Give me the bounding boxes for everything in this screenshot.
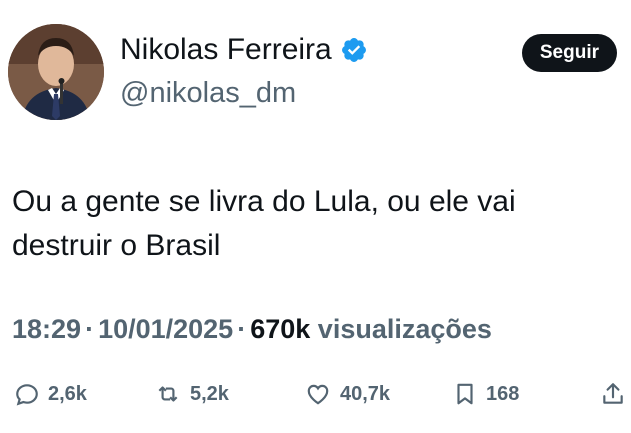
share-icon bbox=[600, 380, 626, 408]
reply-icon bbox=[14, 381, 40, 407]
follow-button[interactable]: Seguir bbox=[521, 34, 617, 72]
tweet-text-line-1: Ou a gente se livra do Lula, ou ele vai bbox=[12, 185, 516, 218]
tweet-date[interactable]: 10/01/2025 bbox=[98, 314, 233, 344]
retweet-button[interactable]: 5,2k bbox=[154, 376, 229, 412]
tweet-text: Ou a gente se livra do Lula, ou ele vai … bbox=[12, 180, 612, 268]
heart-icon bbox=[304, 381, 332, 407]
tweet-meta: 18:29 · 10/01/2025 · 670k visualizações bbox=[12, 311, 492, 347]
tweet-actions: 2,6k 5,2k 40,7k 168 bbox=[14, 376, 626, 412]
reply-count: 2,6k bbox=[48, 382, 87, 405]
author-display-name[interactable]: Nikolas Ferreira bbox=[120, 32, 332, 68]
author-handle[interactable]: @nikolas_dm bbox=[120, 76, 296, 110]
bookmark-count: 168 bbox=[486, 382, 520, 405]
tweet-text-line-2: destruir o Brasil bbox=[12, 229, 221, 262]
bookmark-button[interactable]: 168 bbox=[452, 376, 519, 412]
share-button[interactable] bbox=[600, 376, 626, 412]
avatar[interactable] bbox=[8, 24, 104, 120]
retweet-count: 5,2k bbox=[190, 382, 229, 405]
like-button[interactable]: 40,7k bbox=[304, 376, 390, 412]
bookmark-icon bbox=[452, 380, 478, 408]
views-count: 670k bbox=[250, 314, 311, 344]
tweet-card: Nikolas Ferreira @nikolas_dm Seguir Ou a… bbox=[0, 0, 631, 433]
meta-separator-1: · bbox=[85, 314, 95, 344]
tweet-time[interactable]: 18:29 bbox=[12, 314, 81, 344]
retweet-icon bbox=[154, 381, 182, 407]
avatar-image bbox=[8, 24, 104, 120]
meta-separator-2: · bbox=[237, 314, 247, 344]
views-label: visualizações bbox=[317, 314, 492, 344]
author-name-row: Nikolas Ferreira bbox=[120, 32, 368, 68]
like-count: 40,7k bbox=[340, 382, 391, 405]
verified-badge-icon bbox=[340, 36, 368, 64]
reply-button[interactable]: 2,6k bbox=[14, 376, 87, 412]
